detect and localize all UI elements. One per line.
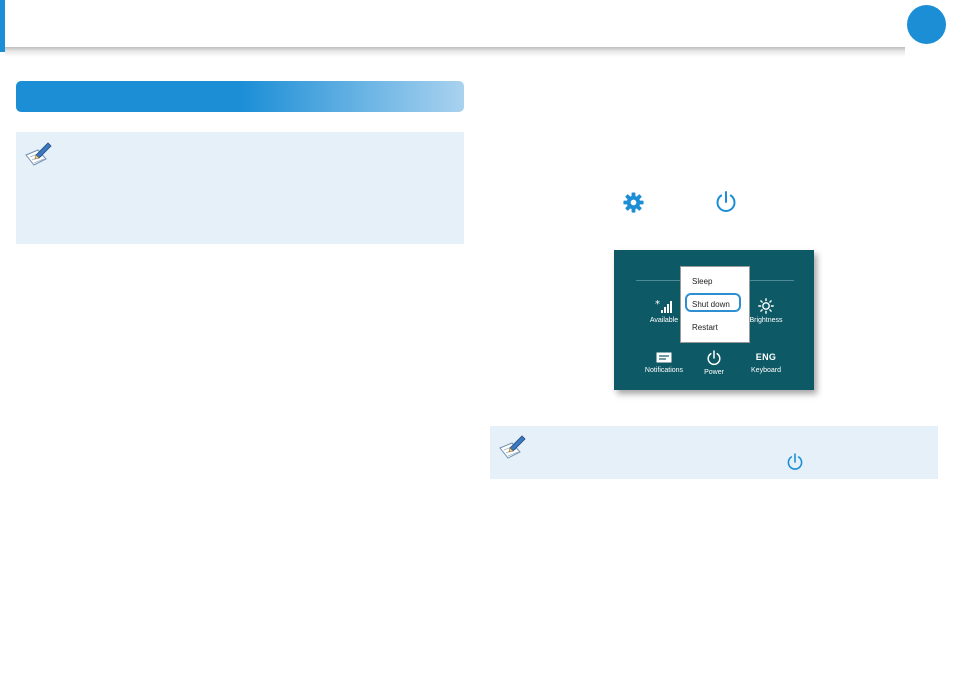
header-accent-bar: [0, 0, 5, 52]
gear-icon: [623, 192, 644, 213]
chapter-badge: [907, 5, 946, 44]
note-pencil-icon: [25, 142, 52, 166]
power-icon: [787, 453, 803, 470]
sun-icon: [758, 298, 774, 314]
power-icon: [716, 191, 736, 213]
section-title-bar: [16, 81, 464, 112]
keyboard-language: ENG: [755, 352, 777, 362]
message-icon: [656, 352, 672, 363]
power-icon: [707, 350, 721, 366]
note-box: [490, 426, 938, 479]
header-divider: [5, 47, 905, 57]
keyboard-tile[interactable]: ENG Keyboard: [736, 352, 796, 374]
menu-item-sleep[interactable]: Sleep: [692, 277, 712, 286]
menu-item-restart[interactable]: Restart: [692, 323, 718, 332]
power-tile[interactable]: Power: [684, 350, 744, 376]
note-pencil-icon: [499, 435, 526, 459]
menu-item-shut-down[interactable]: Shut down: [692, 300, 730, 309]
power-label: Power: [704, 369, 724, 376]
svg-text:*: *: [655, 299, 660, 310]
network-signal-icon: *: [655, 299, 672, 313]
note-box: [16, 132, 464, 244]
keyboard-label: Keyboard: [751, 367, 781, 374]
power-menu: Sleep Shut down Restart: [680, 266, 750, 343]
settings-panel-screenshot: * Available Brightness Notifications Pow…: [614, 250, 814, 390]
